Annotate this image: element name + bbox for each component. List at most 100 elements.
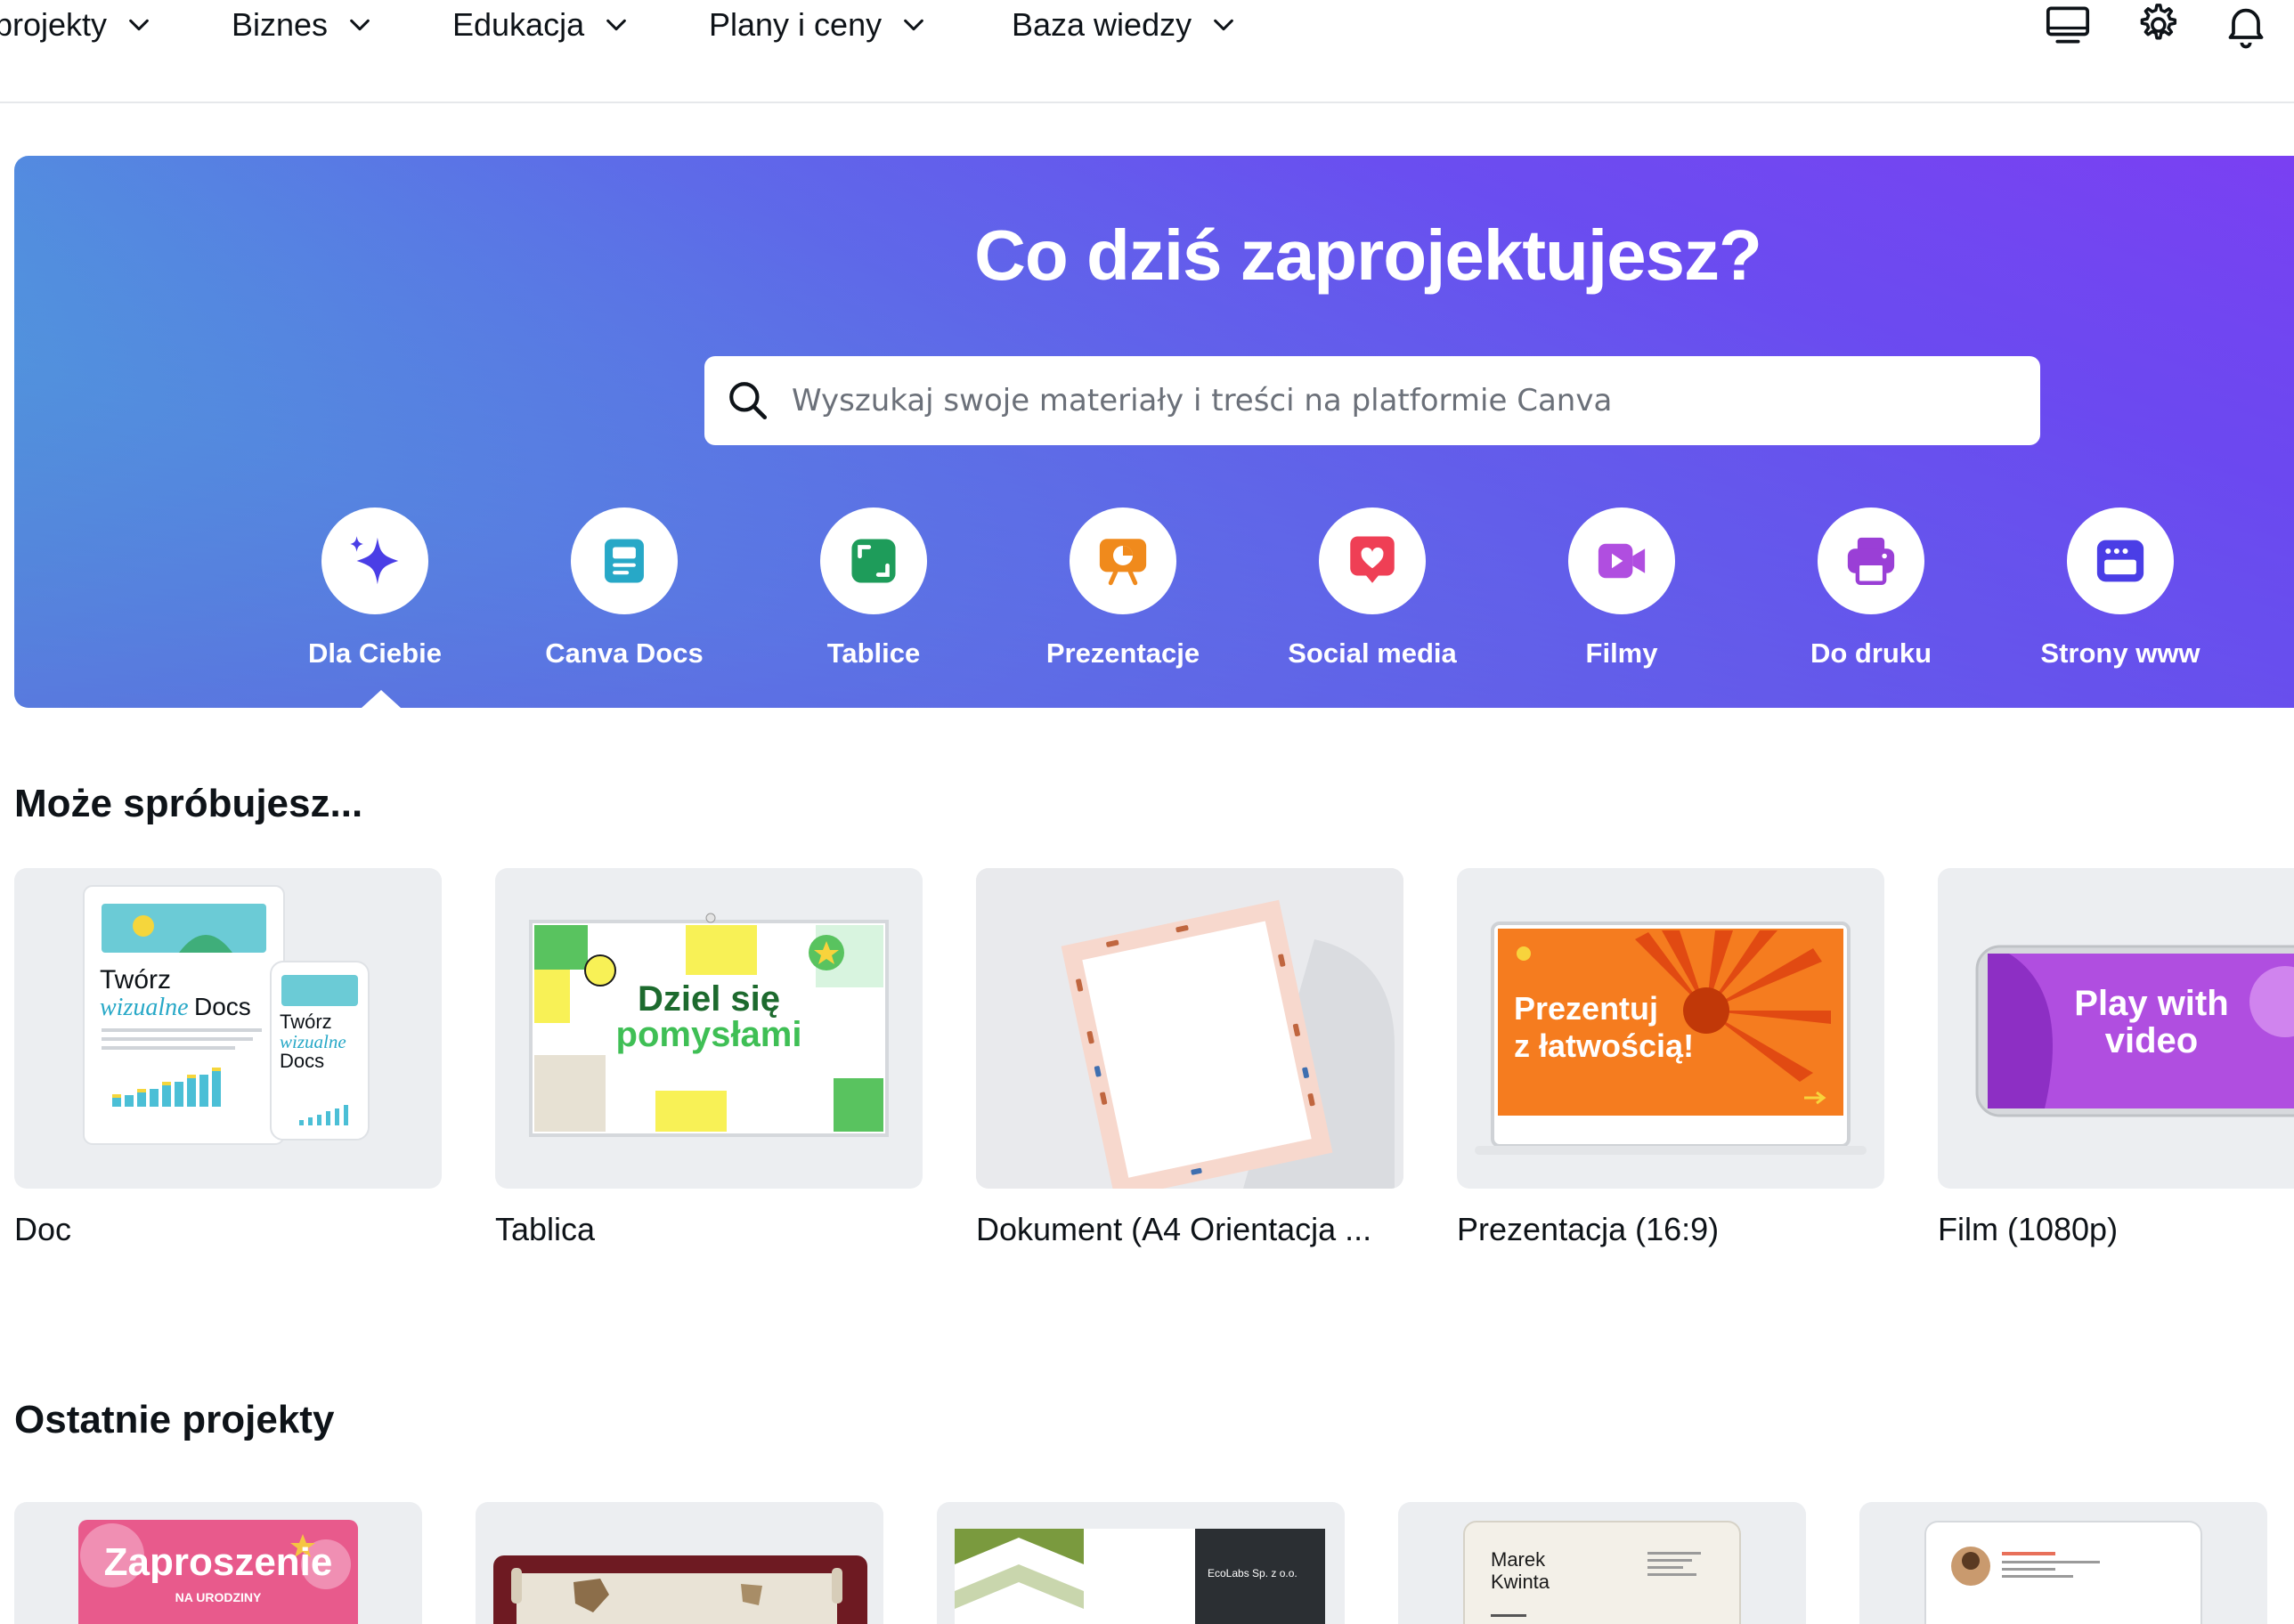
category-dla-ciebie[interactable]: Dla Ciebie xyxy=(268,508,482,670)
page-title: Co dziś zaprojektujesz? xyxy=(974,215,1762,295)
template-label[interactable]: Film (1080p) xyxy=(1938,1211,2118,1248)
thumb-text: video xyxy=(2105,1021,2198,1060)
thumb-text: EcoLabs Sp. z o.o. xyxy=(1208,1567,1297,1579)
category-social-media[interactable]: Social media xyxy=(1265,508,1479,670)
chevron-down-icon xyxy=(1214,19,1233,31)
section-title-recent: Ostatnie projekty xyxy=(14,1398,335,1441)
thumb-text: Twórz xyxy=(100,965,171,995)
nav-item-pricing[interactable]: Plany i ceny xyxy=(709,0,926,50)
template-label[interactable]: Tablica xyxy=(495,1211,595,1248)
chevron-down-icon xyxy=(606,19,626,31)
thumb-text: pomysłami xyxy=(616,1015,802,1054)
template-label[interactable]: Dokument (A4 Orientacja ... xyxy=(976,1211,1371,1248)
thumb-text: NA URODZINY xyxy=(175,1590,262,1604)
hero-banner: Co dziś zaprojektujesz? Dla Ciebie Canva xyxy=(14,156,2294,708)
thumb-text: Twórz xyxy=(280,1011,332,1033)
recent-project-card[interactable] xyxy=(1859,1502,2267,1624)
doc-icon xyxy=(605,539,644,583)
category-circle xyxy=(321,508,428,614)
top-navigation: projekty Biznes Edukacja Plany i ceny Ba… xyxy=(0,0,2294,103)
search-input[interactable] xyxy=(792,383,2003,418)
project-thumbnail: Zaproszenie NA URODZINY xyxy=(78,1520,358,1624)
presentation-icon xyxy=(1099,539,1147,586)
category-label: Canva Docs xyxy=(545,637,704,669)
recent-project-card[interactable]: EcoLabs Sp. z o.o. xyxy=(937,1502,1345,1624)
website-icon xyxy=(2096,540,2144,582)
chevron-down-icon xyxy=(350,19,370,31)
nav-label: projekty xyxy=(0,6,108,43)
category-filmy[interactable]: Filmy xyxy=(1515,508,1729,670)
category-circle xyxy=(571,508,678,614)
category-label: Dla Ciebie xyxy=(308,637,442,669)
recent-project-card[interactable]: Marek Kwinta xyxy=(1398,1502,1806,1624)
nav-item-business[interactable]: Biznes xyxy=(232,0,372,50)
template-card-video[interactable]: Play with video xyxy=(1938,868,2294,1189)
nav-item-education[interactable]: Edukacja xyxy=(452,0,629,50)
category-label: Do druku xyxy=(1810,637,1932,669)
nav-item-knowledge-base[interactable]: Baza wiedzy xyxy=(1012,0,1236,50)
project-thumbnail: Marek Kwinta xyxy=(1463,1521,1741,1624)
sparkle-icon xyxy=(350,536,399,585)
category-circle xyxy=(1319,508,1426,614)
category-label: Prezentacje xyxy=(1045,637,1200,669)
thumb-text: Kwinta xyxy=(1491,1571,1550,1593)
nav-label: Plany i ceny xyxy=(709,6,883,43)
thumb-text: Docs xyxy=(194,993,251,1020)
section-title-suggestions: Może spróbujesz... xyxy=(14,782,363,825)
category-circle xyxy=(1568,508,1675,614)
nav-label: Baza wiedzy xyxy=(1012,6,1192,43)
category-prezentacje[interactable]: Prezentacje xyxy=(1016,508,1230,670)
project-thumbnail xyxy=(493,1555,867,1624)
category-tablice[interactable]: Tablice xyxy=(767,508,980,670)
template-card-a4-document[interactable] xyxy=(976,868,1403,1189)
gear-icon[interactable] xyxy=(2132,0,2182,50)
whiteboard-thumbnail: Dziel się pomysłami xyxy=(529,913,889,1137)
selected-category-pointer xyxy=(362,690,401,708)
category-label: Tablice xyxy=(826,637,921,669)
category-circle xyxy=(820,508,927,614)
category-label: Social media xyxy=(1288,637,1457,669)
nav-label: Biznes xyxy=(232,6,329,43)
thumb-text: Play with xyxy=(2074,984,2228,1023)
category-do-druku[interactable]: Do druku xyxy=(1764,508,1978,670)
category-canva-docs[interactable]: Canva Docs xyxy=(517,508,731,670)
template-card-presentation[interactable]: Prezentuj z łatwością! xyxy=(1457,868,1884,1189)
desktop-icon[interactable] xyxy=(2043,0,2093,50)
thumb-text: Docs xyxy=(280,1050,324,1072)
thumb-text: Marek xyxy=(1491,1548,1546,1571)
thumb-text: Prezentuj xyxy=(1514,990,1658,1027)
nav-item-projects[interactable]: projekty xyxy=(0,0,151,50)
bell-icon[interactable] xyxy=(2221,0,2271,50)
category-circle xyxy=(1070,508,1176,614)
recent-project-card[interactable]: Zaproszenie NA URODZINY xyxy=(14,1502,422,1624)
template-label[interactable]: Doc xyxy=(14,1211,71,1248)
project-thumbnail: EcoLabs Sp. z o.o. xyxy=(955,1529,1325,1624)
video-thumbnail: Play with video xyxy=(1975,945,2294,1117)
thumb-text: z łatwością! xyxy=(1514,1027,1694,1064)
doc-thumbnail: Twórz wizualne Docs Twórz wizualne Docs xyxy=(83,885,370,1145)
recent-project-card[interactable] xyxy=(476,1502,883,1624)
thumb-text: Dziel się xyxy=(638,979,780,1019)
thumb-text: wizualne xyxy=(100,994,189,1021)
heart-icon xyxy=(1350,536,1395,583)
category-label: Filmy xyxy=(1585,637,1658,669)
category-strony-www[interactable]: Strony www xyxy=(2013,508,2227,670)
search-bar[interactable] xyxy=(704,356,2040,445)
chevron-down-icon xyxy=(129,19,149,31)
chevron-down-icon xyxy=(904,19,923,31)
video-icon xyxy=(1598,543,1646,579)
category-circle xyxy=(1818,508,1924,614)
nav-label: Edukacja xyxy=(452,6,585,43)
document-thumbnail xyxy=(976,868,1403,1189)
category-circle xyxy=(2067,508,2174,614)
category-label: Strony www xyxy=(2040,637,2200,669)
presentation-thumbnail: Prezentuj z łatwością! xyxy=(1475,922,1867,1155)
printer-icon xyxy=(1847,537,1895,585)
whiteboard-icon xyxy=(851,539,896,583)
thumb-text: Zaproszenie xyxy=(104,1540,333,1584)
template-label[interactable]: Prezentacja (16:9) xyxy=(1457,1211,1719,1248)
search-icon xyxy=(729,382,768,420)
template-card-whiteboard[interactable]: Dziel się pomysłami xyxy=(495,868,923,1189)
template-card-doc[interactable]: Twórz wizualne Docs Twórz wizualne Docs xyxy=(14,868,442,1189)
project-thumbnail xyxy=(1924,1521,2202,1624)
